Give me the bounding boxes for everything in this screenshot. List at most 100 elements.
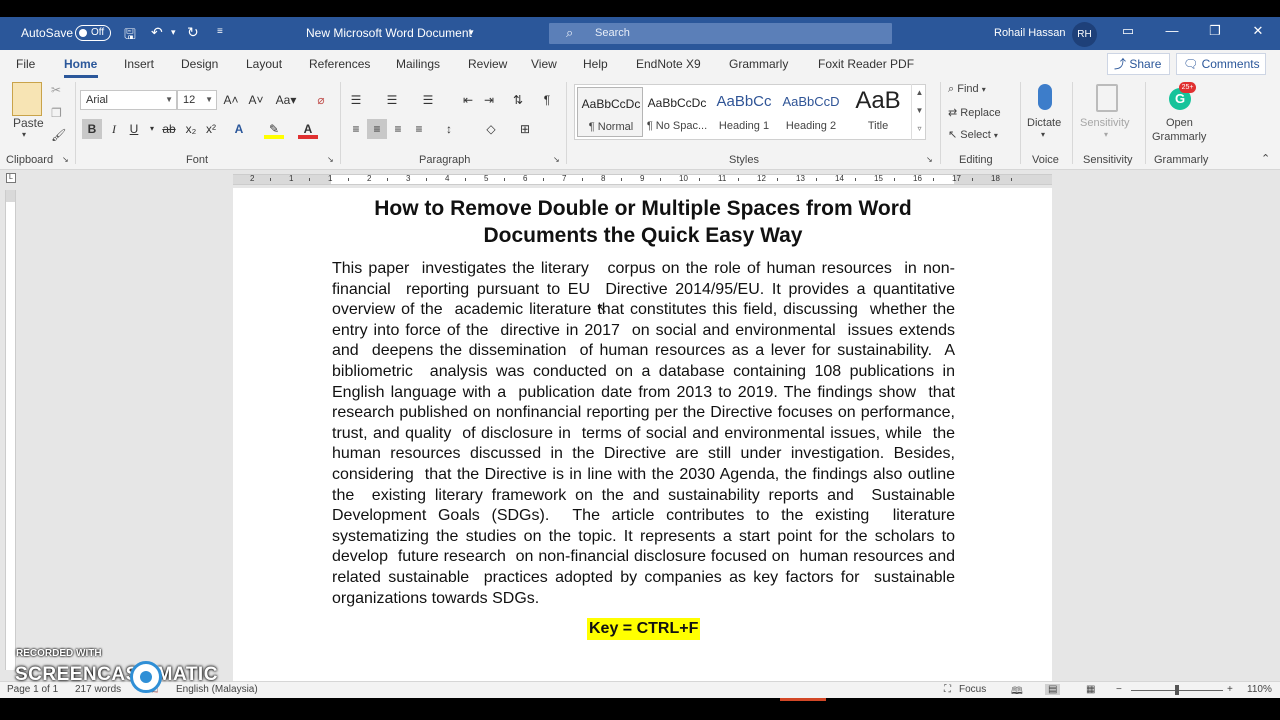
numbering-icon[interactable]: ☰ xyxy=(382,90,402,110)
microphone-icon[interactable] xyxy=(1038,84,1052,110)
tab-view[interactable]: View xyxy=(531,57,557,71)
increase-indent-icon[interactable]: ⇥ xyxy=(479,90,499,110)
line-spacing-icon[interactable]: ↕ xyxy=(439,119,459,139)
tab-design[interactable]: Design xyxy=(181,57,218,71)
paste-label[interactable]: Paste xyxy=(13,116,44,130)
justify-icon[interactable]: ≡ xyxy=(409,119,429,139)
shrink-font-icon[interactable]: A˅ xyxy=(246,90,266,110)
superscript-button[interactable]: x² xyxy=(201,119,221,139)
tab-home[interactable]: Home xyxy=(64,57,97,71)
focus-icon[interactable]: ⛶ xyxy=(944,684,951,695)
highlighted-key-text[interactable]: Key = CTRL+F xyxy=(587,618,701,640)
align-left-icon[interactable]: ≡ xyxy=(346,119,366,139)
tab-file[interactable]: File xyxy=(16,57,35,71)
align-center-icon[interactable]: ≡ xyxy=(367,119,387,139)
avatar[interactable]: RH xyxy=(1072,22,1097,47)
restore-icon[interactable]: ❐ xyxy=(1205,23,1225,43)
sort-icon[interactable]: ⇅ xyxy=(508,90,528,110)
collapse-ribbon-icon[interactable]: ⌃ xyxy=(1261,152,1270,165)
gallery-up-icon[interactable]: ▲ xyxy=(912,84,927,102)
grammarly-app-label[interactable]: Grammarly xyxy=(1152,131,1206,143)
font-launcher-icon[interactable]: ↘ xyxy=(327,155,334,164)
gallery-down-icon[interactable]: ▼ xyxy=(912,102,927,120)
cut-icon[interactable]: ✂ xyxy=(51,83,61,97)
tab-endnote[interactable]: EndNote X9 xyxy=(636,57,701,71)
subscript-button[interactable]: x₂ xyxy=(181,119,201,139)
align-right-icon[interactable]: ≡ xyxy=(388,119,408,139)
style-heading-2[interactable]: AaBbCcD Heading 2 xyxy=(778,87,844,137)
tab-grammarly[interactable]: Grammarly xyxy=(729,57,788,71)
style-normal[interactable]: AaBbCcDc ¶ Normal xyxy=(577,87,643,137)
comments-button[interactable]: 🗨 Comments xyxy=(1176,53,1266,75)
tab-references[interactable]: References xyxy=(309,57,370,71)
font-size-combo[interactable]: 12 ▼ xyxy=(177,90,217,110)
paste-dropdown-icon[interactable]: ▾ xyxy=(22,130,26,139)
format-painter-icon[interactable]: 🖌 xyxy=(51,128,66,142)
select-button[interactable]: ↖ Select ▾ xyxy=(948,128,998,141)
autosave-toggle[interactable]: Off xyxy=(75,25,111,41)
decrease-indent-icon[interactable]: ⇤ xyxy=(458,90,478,110)
vertical-ruler[interactable] xyxy=(5,190,16,670)
grow-font-icon[interactable]: A˄ xyxy=(221,90,241,110)
redo-icon[interactable]: ↻ xyxy=(187,24,199,41)
document-heading[interactable]: How to Remove Double or Multiple Spaces … xyxy=(348,195,938,249)
undo-icon[interactable]: ↶ xyxy=(151,24,163,41)
open-grammarly-label[interactable]: Open xyxy=(1166,117,1193,129)
horizontal-ruler[interactable]: 2 1 1 2 3 4 5 6 7 8 9 10 11 12 13 14 15 16 17 18 xyxy=(233,174,1052,185)
find-button[interactable]: ⌕ Find ▾ xyxy=(948,83,986,96)
replace-button[interactable]: ⇄ Replace xyxy=(948,106,1001,119)
style-no-spacing[interactable]: AaBbCcDc ¶ No Spac... xyxy=(644,87,710,137)
document-page[interactable]: How to Remove Double or Multiple Spaces … xyxy=(233,188,1052,708)
user-name[interactable]: Rohail Hassan xyxy=(994,27,1066,39)
zoom-level[interactable]: 110% xyxy=(1247,684,1272,695)
tab-mailings[interactable]: Mailings xyxy=(396,57,440,71)
highlight-color-icon[interactable]: ✎ xyxy=(264,119,284,139)
style-heading-1[interactable]: AaBbCc Heading 1 xyxy=(711,87,777,137)
ribbon-display-options-icon[interactable]: ▭ xyxy=(1118,23,1138,43)
bold-button[interactable]: B xyxy=(82,119,102,139)
zoom-in-icon[interactable]: + xyxy=(1227,684,1233,695)
close-icon[interactable]: ✕ xyxy=(1248,23,1268,43)
paragraph-launcher-icon[interactable]: ↘ xyxy=(553,155,560,164)
focus-label[interactable]: Focus xyxy=(959,684,986,695)
zoom-out-icon[interactable]: − xyxy=(1116,684,1122,695)
tab-insert[interactable]: Insert xyxy=(124,57,154,71)
dictate-label[interactable]: Dictate xyxy=(1027,117,1061,129)
strikethrough-button[interactable]: ab xyxy=(159,119,179,139)
change-case-icon[interactable]: Aa▾ xyxy=(273,90,299,110)
clear-formatting-icon[interactable]: ⌀ xyxy=(311,90,331,110)
zoom-slider-thumb[interactable] xyxy=(1175,685,1179,695)
text-effects-icon[interactable]: A xyxy=(229,119,249,139)
save-icon[interactable]: 🖫 xyxy=(124,24,136,48)
tab-selector[interactable]: L xyxy=(6,173,16,183)
underline-button[interactable]: U xyxy=(124,119,144,139)
font-name-combo[interactable]: Arial ▼ xyxy=(80,90,177,110)
copy-icon[interactable]: ❐ xyxy=(51,106,62,120)
document-body[interactable]: This paper investigates the literary cor… xyxy=(332,259,955,609)
minimize-icon[interactable]: — xyxy=(1162,23,1182,43)
multilevel-list-icon[interactable]: ☰ xyxy=(418,90,438,110)
share-button[interactable]: ⤴ Share xyxy=(1107,53,1170,75)
paste-icon[interactable] xyxy=(12,82,42,116)
web-layout-icon[interactable]: ▦ xyxy=(1086,684,1095,695)
styles-launcher-icon[interactable]: ↘ xyxy=(926,155,933,164)
bullets-icon[interactable]: ☰ xyxy=(346,90,366,110)
shading-icon[interactable]: ◇ xyxy=(481,119,501,139)
document-title[interactable]: New Microsoft Word Document xyxy=(306,26,472,40)
borders-icon[interactable]: ⊞ xyxy=(515,119,535,139)
search-box[interactable]: ⌕ Search xyxy=(549,23,892,44)
gallery-more-icon[interactable]: ▿ xyxy=(912,120,927,138)
title-dropdown-icon[interactable]: ▾ xyxy=(469,27,474,38)
tab-review[interactable]: Review xyxy=(468,57,507,71)
tab-help[interactable]: Help xyxy=(583,57,608,71)
tab-layout[interactable]: Layout xyxy=(246,57,282,71)
italic-button[interactable]: I xyxy=(104,119,124,139)
font-color-icon[interactable]: A xyxy=(298,119,318,139)
gallery-scroll[interactable]: ▲ ▼ ▿ xyxy=(911,84,927,140)
show-formatting-icon[interactable]: ¶ xyxy=(537,90,557,110)
customize-qat-icon[interactable]: ≡ xyxy=(217,26,223,37)
tab-foxit[interactable]: Foxit Reader PDF xyxy=(818,57,914,71)
clipboard-launcher-icon[interactable]: ↘ xyxy=(62,155,69,164)
style-title[interactable]: AaB Title xyxy=(845,87,911,137)
dictate-dropdown-icon[interactable]: ▾ xyxy=(1041,130,1045,139)
